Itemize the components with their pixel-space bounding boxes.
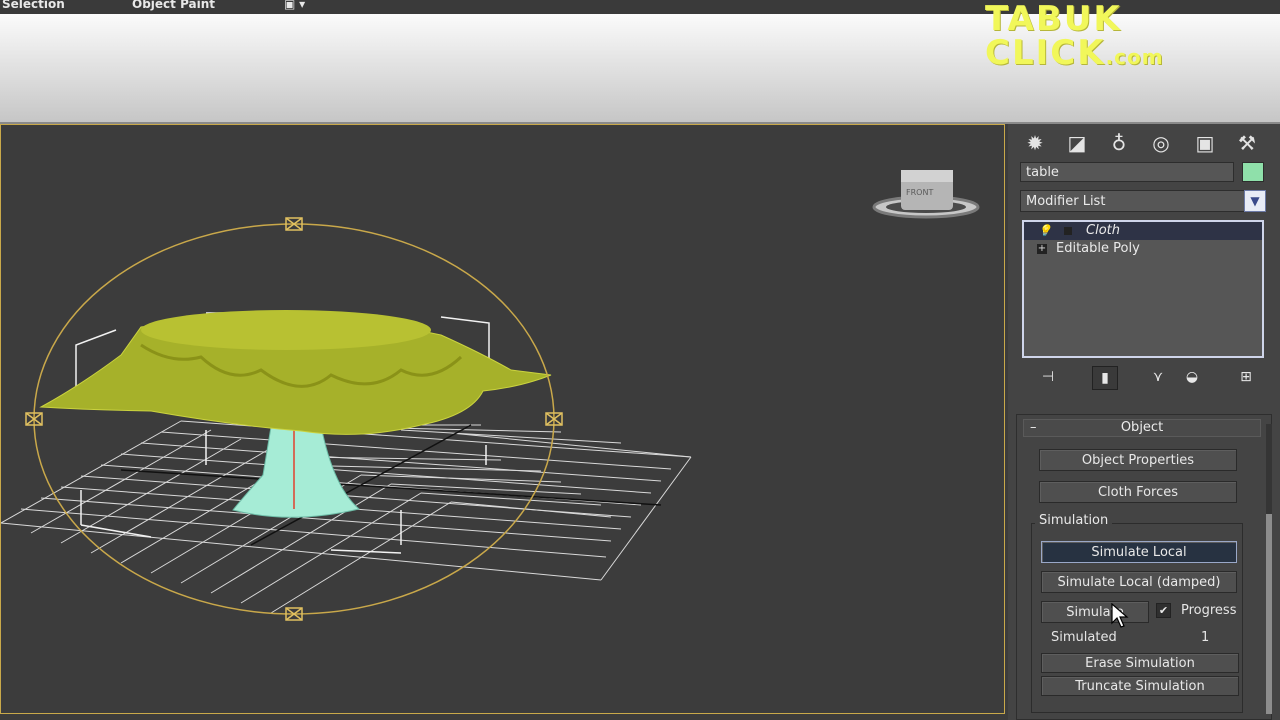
object-properties-button[interactable]: Object Properties	[1039, 449, 1237, 471]
show-end-result-icon[interactable]: ▮	[1092, 366, 1118, 390]
simulated-label: Simulated	[1051, 630, 1117, 645]
command-panel: ✹ ◪ ♁ ◎ ▣ ⚒ table Modifier List ▼ 💡 Clot…	[1008, 124, 1280, 720]
pin-stack-icon[interactable]: ⊣	[1036, 366, 1060, 388]
lightbulb-icon[interactable]: 💡	[1038, 222, 1052, 240]
simulated-value: 1	[1201, 630, 1210, 645]
display-icon[interactable]: ▣	[1188, 128, 1222, 158]
create-icon[interactable]: ✹	[1018, 128, 1052, 158]
remove-modifier-icon[interactable]: ◒	[1180, 366, 1204, 388]
collapse-icon: –	[1030, 420, 1037, 435]
watermark-logo: TABUK CLICK.com	[985, 0, 1164, 73]
simulate-local-button[interactable]: Simulate Local	[1041, 541, 1237, 563]
object-rollout: – Object Object Properties Cloth Forces …	[1016, 414, 1272, 720]
command-panel-tabs: ✹ ◪ ♁ ◎ ▣ ⚒	[1018, 128, 1274, 158]
hierarchy-icon[interactable]: ♁	[1102, 128, 1136, 158]
modify-icon[interactable]: ◪	[1060, 128, 1094, 158]
menu-selection[interactable]: Selection	[2, 0, 65, 11]
expand-plus-icon[interactable]: +	[1037, 244, 1047, 254]
modifier-list-dropdown[interactable]: Modifier List ▼	[1020, 190, 1266, 212]
paint-dropdown-icon[interactable]: ▣ ▾	[284, 0, 305, 11]
make-unique-icon[interactable]: ⋎	[1146, 366, 1170, 388]
svg-text:FRONT: FRONT	[906, 188, 933, 197]
simulate-button[interactable]: Simulate	[1041, 601, 1149, 623]
erase-simulation-button[interactable]: Erase Simulation	[1041, 653, 1239, 673]
chevron-down-icon[interactable]: ▼	[1244, 190, 1266, 212]
cloth-forces-button[interactable]: Cloth Forces	[1039, 481, 1237, 503]
ground-grid	[1, 420, 692, 614]
stack-item-label: Editable Poly	[1056, 241, 1140, 256]
simulate-local-damped-button[interactable]: Simulate Local (damped)	[1041, 571, 1237, 593]
object-name-field[interactable]: table	[1020, 162, 1234, 182]
configure-sets-icon[interactable]: ⊞	[1234, 366, 1258, 388]
truncate-simulation-button[interactable]: Truncate Simulation	[1041, 676, 1239, 696]
panel-scrollbar[interactable]	[1266, 424, 1272, 714]
perspective-viewport[interactable]: z FRONT	[0, 124, 1005, 714]
stack-toolbar: ⊣ ▮ ⋎ ◒ ⊞	[1022, 364, 1266, 390]
motion-icon[interactable]: ◎	[1144, 128, 1178, 158]
modifier-stack[interactable]: 💡 Cloth + Editable Poly	[1022, 220, 1264, 358]
rollout-header[interactable]: – Object	[1023, 419, 1261, 437]
stack-item-editable-poly[interactable]: + Editable Poly	[1024, 240, 1262, 258]
progress-label: Progress	[1181, 603, 1237, 618]
stack-item-cloth[interactable]: 💡 Cloth	[1024, 222, 1262, 240]
scrollbar-thumb[interactable]	[1266, 514, 1272, 714]
object-color-swatch[interactable]	[1242, 162, 1264, 182]
modifier-list-label: Modifier List	[1026, 194, 1106, 209]
expand-square-icon	[1064, 227, 1072, 235]
rollout-title: Object	[1120, 420, 1164, 435]
simulation-group-label: Simulation	[1035, 513, 1113, 528]
mouse-cursor-icon	[1111, 603, 1129, 628]
utilities-icon[interactable]: ⚒	[1230, 128, 1264, 158]
progress-checkbox[interactable]: ✔	[1156, 603, 1171, 618]
menu-object-paint[interactable]: Object Paint	[132, 0, 215, 11]
viewcube[interactable]: FRONT	[872, 170, 980, 219]
